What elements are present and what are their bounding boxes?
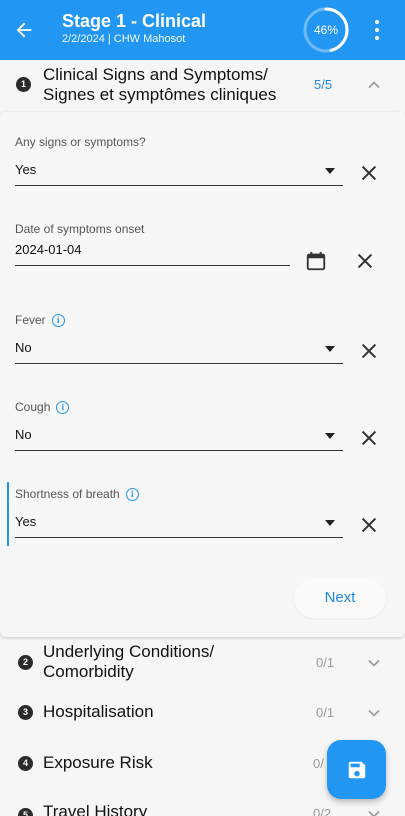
dropdown-arrow-icon bbox=[325, 520, 335, 526]
chevron-down-icon[interactable] bbox=[364, 804, 384, 816]
field-label-cough: Cough i bbox=[15, 400, 70, 414]
chevron-down-icon[interactable] bbox=[364, 703, 384, 723]
section-title: Underlying Conditions/ Comorbidity bbox=[43, 642, 215, 681]
arrow-left-icon bbox=[16, 22, 32, 38]
page-subtitle: 2/2/2024 | CHW Mahosot bbox=[62, 33, 186, 45]
active-field-indicator bbox=[7, 482, 9, 546]
section-number-badge: 3 bbox=[18, 705, 33, 720]
section-title: Hospitalisation bbox=[43, 702, 154, 721]
more-vert-icon bbox=[375, 20, 379, 24]
section-title: Exposure Risk bbox=[43, 753, 153, 772]
section-number-badge: 2 bbox=[18, 655, 33, 670]
dropdown-arrow-icon bbox=[325, 433, 335, 439]
onset-date-value: 2024-01-04 bbox=[15, 242, 82, 257]
field-label-shortness-of-breath: Shortness of breath i bbox=[15, 487, 139, 501]
info-icon[interactable]: i bbox=[51, 313, 65, 327]
info-icon[interactable]: i bbox=[125, 487, 139, 501]
section-header-clinical[interactable]: 1 Clinical Signs and Symptoms/ Signes et… bbox=[0, 60, 405, 110]
field-label-fever: Fever i bbox=[15, 313, 65, 327]
save-fab-button[interactable] bbox=[327, 740, 386, 799]
clear-icon[interactable] bbox=[358, 514, 380, 536]
section-header-hospitalisation[interactable]: 3 Hospitalisation 0/1 bbox=[0, 694, 405, 730]
calendar-icon[interactable] bbox=[305, 250, 327, 272]
section-number-badge: 4 bbox=[18, 756, 33, 771]
chevron-up-icon[interactable] bbox=[364, 75, 384, 95]
shortness-of-breath-value: Yes bbox=[15, 514, 37, 529]
app-screen: Stage 1 - Clinical 2/2/2024 | CHW Mahoso… bbox=[0, 0, 405, 816]
section-title-line1: Clinical Signs and Symptoms/ bbox=[43, 65, 268, 84]
section-title-line2: Signes et symptômes cliniques bbox=[43, 85, 277, 104]
section-progress-count: 0/1 bbox=[316, 705, 335, 720]
section-header-comorbidity[interactable]: 2 Underlying Conditions/ Comorbidity 0/1 bbox=[0, 640, 405, 684]
field-label-any-signs: Any signs or symptoms? bbox=[15, 135, 146, 149]
page-title: Stage 1 - Clinical bbox=[62, 11, 207, 31]
section-title: Travel History bbox=[43, 802, 148, 816]
cough-select[interactable]: No bbox=[15, 425, 343, 451]
progress-indicator: 46% bbox=[302, 6, 350, 54]
clear-icon[interactable] bbox=[358, 162, 380, 184]
any-signs-value: Yes bbox=[15, 162, 37, 177]
progress-text: 46% bbox=[313, 23, 339, 37]
section-progress-count: 0/ bbox=[313, 756, 324, 771]
section-form-card: Any signs or symptoms? Yes Date of sympt… bbox=[0, 112, 405, 637]
clear-icon[interactable] bbox=[358, 427, 380, 449]
section-progress-count: 5/5 bbox=[314, 77, 333, 92]
onset-date-field[interactable]: 2024-01-04 bbox=[15, 242, 290, 266]
shortness-of-breath-select[interactable]: Yes bbox=[15, 512, 343, 538]
cough-value: No bbox=[15, 427, 32, 442]
field-label-onset-date: Date of symptoms onset bbox=[15, 222, 145, 236]
more-menu-button[interactable] bbox=[368, 14, 386, 46]
dropdown-arrow-icon bbox=[325, 346, 335, 352]
save-icon bbox=[348, 761, 365, 778]
clear-icon[interactable] bbox=[358, 340, 380, 362]
section-number-badge: 5 bbox=[18, 808, 33, 816]
section-number-badge: 1 bbox=[16, 77, 31, 92]
title-block: Stage 1 - Clinical 2/2/2024 | CHW Mahoso… bbox=[62, 10, 206, 47]
section-header-travel-history[interactable]: 5 Travel History 0/2 bbox=[0, 798, 405, 816]
fever-select[interactable]: No bbox=[15, 338, 343, 364]
any-signs-select[interactable]: Yes bbox=[15, 160, 343, 186]
app-bar: Stage 1 - Clinical 2/2/2024 | CHW Mahoso… bbox=[0, 0, 405, 60]
dropdown-arrow-icon bbox=[325, 168, 335, 174]
fever-value: No bbox=[15, 340, 32, 355]
info-icon[interactable]: i bbox=[56, 400, 70, 414]
clear-icon[interactable] bbox=[354, 250, 376, 272]
section-progress-count: 0/1 bbox=[316, 655, 335, 670]
section-progress-count: 0/2 bbox=[313, 806, 332, 816]
back-button[interactable] bbox=[8, 12, 40, 48]
chevron-down-icon[interactable] bbox=[364, 653, 384, 673]
next-button[interactable]: Next bbox=[294, 578, 386, 618]
section-title: Clinical Signs and Symptoms/ Signes et s… bbox=[43, 65, 276, 105]
